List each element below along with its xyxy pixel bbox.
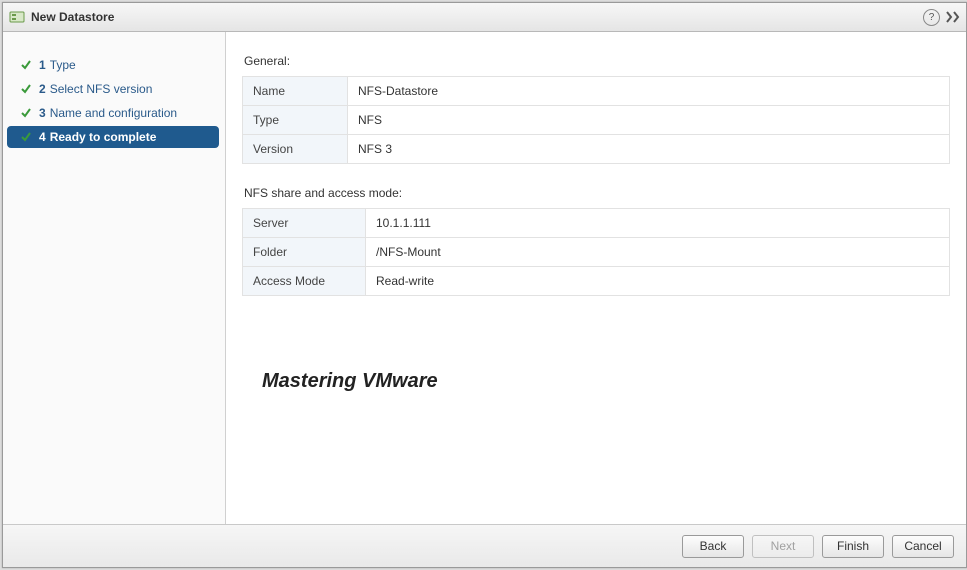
check-icon [19, 106, 33, 120]
step-number: 2 [39, 82, 46, 96]
cell-key: Access Mode [243, 267, 366, 296]
step-number: 1 [39, 58, 46, 72]
table-row: Type NFS [243, 106, 950, 135]
step-number: 4 [39, 130, 46, 144]
general-table: Name NFS-Datastore Type NFS Version NFS … [242, 76, 950, 164]
titlebar: New Datastore ? [3, 3, 966, 32]
finish-button[interactable]: Finish [822, 535, 884, 558]
dialog-body: 1 Type 2 Select NFS version 3 Name and c… [3, 32, 966, 524]
cell-value: /NFS-Mount [366, 238, 950, 267]
check-icon [19, 58, 33, 72]
step-number: 3 [39, 106, 46, 120]
step-select-nfs-version[interactable]: 2 Select NFS version [7, 78, 219, 100]
cell-value: NFS [348, 106, 950, 135]
nfs-heading: NFS share and access mode: [244, 186, 950, 200]
watermark-text: Mastering VMware [262, 370, 438, 393]
main-content: General: Name NFS-Datastore Type NFS Ver… [226, 32, 966, 524]
table-row: Server 10.1.1.111 [243, 209, 950, 238]
step-ready-to-complete[interactable]: 4 Ready to complete [7, 126, 219, 148]
table-row: Folder /NFS-Mount [243, 238, 950, 267]
cell-value: 10.1.1.111 [366, 209, 950, 238]
step-label: Type [50, 58, 76, 72]
datastore-icon [9, 9, 25, 25]
help-icon[interactable]: ? [923, 9, 940, 26]
nfs-table: Server 10.1.1.111 Folder /NFS-Mount Acce… [242, 208, 950, 296]
table-row: Access Mode Read-write [243, 267, 950, 296]
cell-value: Read-write [366, 267, 950, 296]
dialog-footer: Back Next Finish Cancel [3, 524, 966, 567]
cell-key: Name [243, 77, 348, 106]
cell-value: NFS 3 [348, 135, 950, 164]
cell-key: Type [243, 106, 348, 135]
window-title: New Datastore [31, 10, 923, 24]
dialog-window: New Datastore ? 1 Type [2, 2, 967, 568]
step-type[interactable]: 1 Type [7, 54, 219, 76]
table-row: Version NFS 3 [243, 135, 950, 164]
step-label: Select NFS version [50, 82, 153, 96]
table-row: Name NFS-Datastore [243, 77, 950, 106]
step-label: Ready to complete [50, 130, 157, 144]
back-button[interactable]: Back [682, 535, 744, 558]
check-icon [19, 82, 33, 96]
step-label: Name and configuration [50, 106, 177, 120]
next-button: Next [752, 535, 814, 558]
step-name-and-configuration[interactable]: 3 Name and configuration [7, 102, 219, 124]
check-icon [19, 130, 33, 144]
cell-key: Server [243, 209, 366, 238]
cell-key: Folder [243, 238, 366, 267]
cell-value: NFS-Datastore [348, 77, 950, 106]
expand-icon[interactable] [946, 11, 960, 23]
wizard-sidebar: 1 Type 2 Select NFS version 3 Name and c… [3, 32, 226, 524]
cell-key: Version [243, 135, 348, 164]
general-heading: General: [244, 54, 950, 68]
cancel-button[interactable]: Cancel [892, 535, 954, 558]
